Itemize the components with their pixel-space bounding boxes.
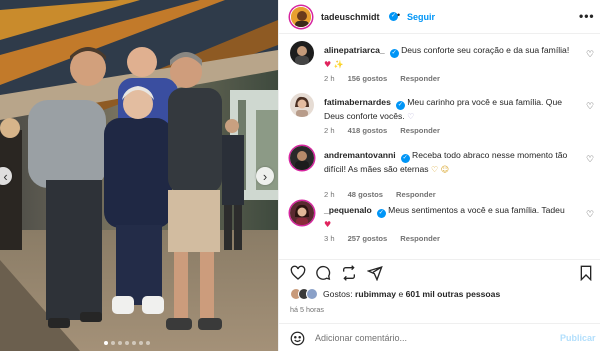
verified-badge-icon: ✓	[389, 49, 399, 58]
likes-summary: Gostos: rubimmay e 601 mil outras pessoa…	[290, 288, 500, 300]
comment-emoji: ♡ ☺	[431, 165, 450, 174]
liker-avatar	[306, 288, 318, 300]
commenter-avatar[interactable]	[290, 41, 314, 65]
carousel-dot	[125, 341, 129, 345]
carousel-dot	[132, 341, 136, 345]
reply-button[interactable]: Responder	[400, 126, 440, 135]
comment-meta: 3 h 257 gostos Responder	[324, 234, 440, 243]
comment-icon[interactable]	[315, 265, 331, 281]
author-username[interactable]: tadeuschmidt	[321, 12, 380, 22]
commenter-username[interactable]: fatimabernardes	[324, 97, 391, 107]
comment-like-icon[interactable]: ♡	[586, 101, 594, 112]
comment-likes[interactable]: 418 gostos	[348, 126, 388, 135]
carousel-dot	[146, 341, 150, 345]
commenter-username[interactable]: andremantovanni	[324, 150, 396, 160]
post-photo-image	[0, 0, 278, 351]
post-header: tadeuschmidt ✓ • Seguir •••	[279, 0, 600, 34]
commenter-avatar[interactable]	[290, 146, 314, 170]
comment-emoji: ♥	[324, 220, 332, 229]
comment-meta: 2 h 48 gostos Responder	[324, 190, 436, 199]
share-icon[interactable]	[341, 265, 357, 281]
comment-age: 2 h	[324, 126, 335, 135]
verified-badge-icon: ✓	[395, 101, 405, 110]
header-separator: •	[397, 10, 401, 20]
post-actions-bar	[279, 259, 600, 281]
comment-body: andremantovanni ✓ Receba todo abraco ness…	[324, 149, 577, 176]
verified-badge-icon: ✓	[376, 209, 386, 218]
comment-age: 2 h	[324, 190, 335, 199]
follow-button[interactable]: Seguir	[407, 12, 435, 22]
save-icon[interactable]	[578, 265, 594, 281]
send-icon[interactable]	[367, 265, 383, 281]
liker-username[interactable]: rubimmay	[355, 289, 396, 299]
emoji-icon[interactable]	[290, 331, 305, 346]
comment-emoji: ♡	[407, 112, 415, 121]
carousel-dot	[104, 341, 108, 345]
comment-text: Deus conforte seu coração e da sua famíl…	[401, 45, 570, 55]
likes-prefix: Gostos:	[323, 289, 353, 299]
reply-button[interactable]: Responder	[396, 190, 436, 199]
comment-likes[interactable]: 257 gostos	[348, 234, 388, 243]
post-timestamp[interactable]: há 5 horas	[290, 305, 324, 314]
verified-badge-icon: ✓	[400, 154, 410, 163]
comment-likes[interactable]: 156 gostos	[348, 74, 388, 83]
comment-age: 3 h	[324, 234, 335, 243]
carousel-next-button[interactable]: ›	[256, 167, 274, 185]
reply-button[interactable]: Responder	[400, 74, 440, 83]
commenter-avatar[interactable]	[290, 201, 314, 225]
add-comment-bar: Publicar	[279, 323, 600, 351]
comment-meta: 2 h 156 gostos Responder	[324, 74, 440, 83]
comment-like-icon[interactable]: ♡	[586, 49, 594, 60]
post-side-panel: tadeuschmidt ✓ • Seguir ••• alinepatriar…	[278, 0, 600, 351]
comment-like-icon[interactable]: ♡	[586, 209, 594, 220]
comment-text: Meus sentimentos a você e sua família. T…	[388, 205, 565, 215]
more-options-icon[interactable]: •••	[579, 9, 595, 23]
comment-body: _pequenalo ✓ Meus sentimentos a você e su…	[324, 204, 577, 231]
comment-input[interactable]	[315, 331, 525, 345]
comment-likes[interactable]: 48 gostos	[348, 190, 383, 199]
comment-body: fatimabernardes ✓ Meu carinho pra você e …	[324, 96, 577, 123]
carousel-dot	[118, 341, 122, 345]
author-avatar[interactable]	[290, 6, 312, 28]
commenter-username[interactable]: alinepatriarca_	[324, 45, 385, 55]
carousel-dot	[139, 341, 143, 345]
reply-button[interactable]: Responder	[400, 234, 440, 243]
like-icon[interactable]	[290, 265, 306, 281]
carousel-dot	[111, 341, 115, 345]
comment-meta: 2 h 418 gostos Responder	[324, 126, 440, 135]
likes-text: Gostos: rubimmay e 601 mil outras pessoa…	[323, 289, 500, 299]
publish-button[interactable]: Publicar	[560, 333, 596, 343]
commenter-username[interactable]: _pequenalo	[324, 205, 372, 215]
likes-connector: e	[398, 289, 404, 299]
commenter-avatar[interactable]	[290, 93, 314, 117]
comment-age: 2 h	[324, 74, 335, 83]
comment-like-icon[interactable]: ♡	[586, 154, 594, 165]
likes-others-link[interactable]: 601 mil outras pessoas	[406, 289, 501, 299]
carousel-indicator	[104, 341, 150, 345]
comment-emoji: ♥ ✨	[324, 60, 344, 69]
post-photo[interactable]: ‹ ›	[0, 0, 278, 351]
comment-body: alinepatriarca_ ✓ Deus conforte seu coraç…	[324, 44, 577, 71]
